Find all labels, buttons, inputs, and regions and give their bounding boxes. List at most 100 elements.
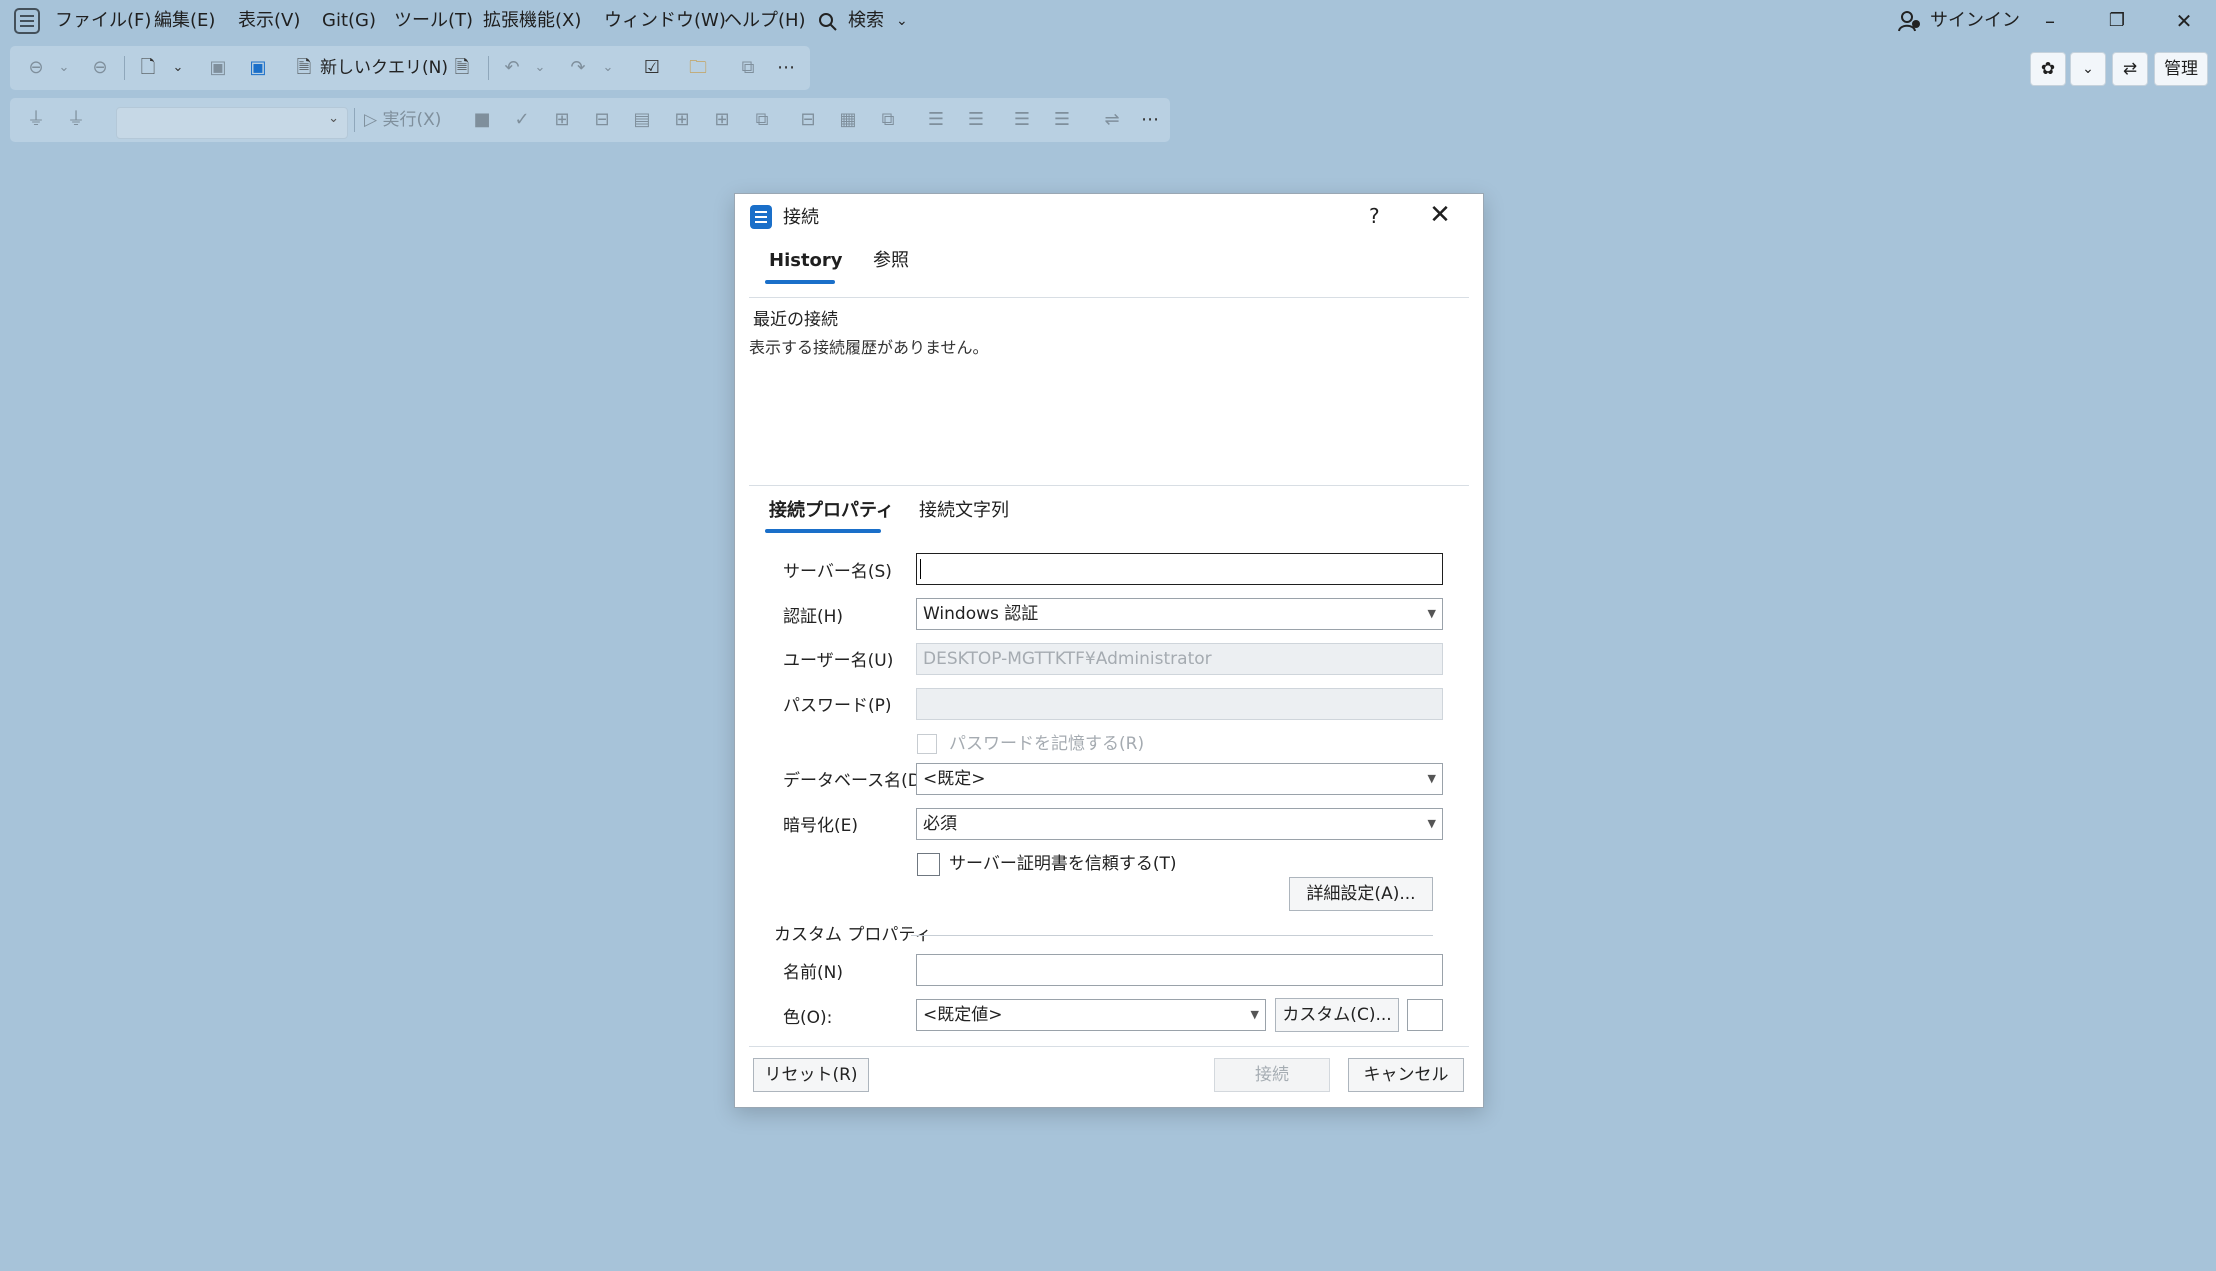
dropdown-arrow-icon: ▼ bbox=[1427, 772, 1436, 785]
custom-color-button[interactable]: カスタム(C)... bbox=[1275, 998, 1399, 1032]
indent-icon[interactable]: ☰ bbox=[924, 108, 948, 132]
close-window-icon[interactable]: ✕ bbox=[2162, 6, 2206, 36]
menu-git[interactable]: Git(G) bbox=[322, 8, 376, 34]
server-name-input[interactable] bbox=[916, 553, 1443, 585]
encrypt-select[interactable]: 必須 ▼ bbox=[916, 808, 1443, 840]
divider bbox=[749, 1046, 1469, 1047]
change-connection-icon[interactable]: ⏚ bbox=[64, 108, 88, 132]
connect-icon[interactable]: ⏚ bbox=[24, 108, 48, 132]
standard-toolbar: ⊖ ⌄ ⊖ 🗋 ⌄ ▣ ▣ 🗎 新しいクエリ(N) 🗎 ↶ ⌄ ↷ ⌄ ☑ 🗀 … bbox=[10, 46, 810, 90]
undo-icon[interactable]: ↶ bbox=[500, 56, 524, 80]
save-icon[interactable]: ▣ bbox=[206, 56, 230, 80]
search-icon bbox=[819, 13, 837, 31]
color-label: 色(O): bbox=[783, 1008, 833, 1028]
tab-browse[interactable]: 参照 bbox=[873, 248, 909, 274]
save-all-icon[interactable]: ▣ bbox=[246, 56, 270, 80]
object-explorer-search-icon[interactable]: 🗀 bbox=[686, 56, 710, 80]
new-file-icon[interactable]: 🗋 bbox=[136, 56, 160, 80]
reset-button[interactable]: リセット(R) bbox=[753, 1058, 869, 1092]
tool-icon-9[interactable]: ⧉ bbox=[876, 108, 900, 132]
back-icon[interactable]: ⊖ bbox=[24, 56, 48, 80]
divider bbox=[749, 485, 1469, 486]
dialog-title: 接続 bbox=[783, 207, 819, 228]
auth-label: 認証(H) bbox=[783, 607, 844, 627]
dropdown-arrow-icon: ▼ bbox=[1427, 817, 1436, 830]
auth-select[interactable]: Windows 認証 ▼ bbox=[916, 598, 1443, 630]
menu-view[interactable]: 表示(V) bbox=[238, 8, 300, 34]
username-input[interactable]: DESKTOP-MGTTKTF¥Administrator bbox=[916, 643, 1443, 675]
password-label: パスワード(P) bbox=[783, 696, 892, 716]
tool-icon-5[interactable]: ⊞ bbox=[710, 108, 734, 132]
title-bar: ファイル(F) 編集(E) 表示(V) Git(G) ツール(T) 拡張機能(X… bbox=[0, 0, 2216, 42]
cancel-button[interactable]: キャンセル bbox=[1348, 1058, 1464, 1092]
menu-window[interactable]: ウィンドウ(W) bbox=[604, 8, 726, 34]
comment-icon[interactable]: ☰ bbox=[1010, 108, 1034, 132]
forward-icon[interactable]: ⊖ bbox=[88, 56, 112, 80]
remember-password-checkbox[interactable] bbox=[917, 734, 937, 754]
close-icon[interactable]: ✕ bbox=[1425, 200, 1455, 230]
encrypt-label: 暗号化(E) bbox=[783, 816, 859, 836]
help-button[interactable]: ? bbox=[1369, 204, 1380, 228]
tab-connection-properties[interactable]: 接続プロパティ bbox=[769, 498, 894, 524]
menu-tools[interactable]: ツール(T) bbox=[394, 8, 473, 34]
trust-certificate-label: サーバー証明書を信頼する(T) bbox=[949, 854, 1177, 874]
tool-icon-7[interactable]: ⊟ bbox=[796, 108, 820, 132]
new-query-icon[interactable]: 🗎 bbox=[292, 56, 316, 80]
database-value: <既定> bbox=[923, 769, 986, 789]
chevron-down-icon[interactable]: ⌄ bbox=[528, 56, 552, 80]
advanced-settings-button[interactable]: 詳細設定(A)... bbox=[1289, 877, 1433, 911]
database-select[interactable]: <既定> ▼ bbox=[916, 763, 1443, 795]
new-query-button[interactable]: 新しいクエリ(N) bbox=[320, 56, 448, 80]
query-file-icon[interactable]: 🗎 bbox=[450, 56, 474, 80]
app-logo-icon bbox=[14, 8, 40, 34]
signin-label: サインイン bbox=[1930, 10, 2020, 31]
color-select[interactable]: <既定値> ▼ bbox=[916, 999, 1266, 1031]
uncomment-icon[interactable]: ☰ bbox=[1050, 108, 1074, 132]
auth-value: Windows 認証 bbox=[923, 604, 1039, 624]
menu-edit[interactable]: 編集(E) bbox=[154, 8, 215, 34]
redo-icon[interactable]: ↷ bbox=[566, 56, 590, 80]
text-caret bbox=[920, 559, 921, 579]
tool-icon-1[interactable]: ⊞ bbox=[550, 108, 574, 132]
chevron-down-icon: ⌄ bbox=[896, 13, 908, 29]
password-input[interactable] bbox=[916, 688, 1443, 720]
activity-monitor-icon[interactable]: ☑ bbox=[640, 56, 664, 80]
minimize-icon[interactable]: – bbox=[2028, 6, 2072, 36]
parse-icon[interactable]: ✓ bbox=[510, 108, 534, 132]
database-label: データベース名(D) bbox=[783, 771, 928, 791]
copilot-icon[interactable]: ✿ bbox=[2030, 52, 2066, 86]
execute-button[interactable]: ▷ 実行(X) bbox=[364, 108, 441, 132]
menu-file[interactable]: ファイル(F) bbox=[55, 8, 151, 34]
admin-button[interactable]: 管理 bbox=[2154, 52, 2208, 86]
more-icon[interactable]: ⋯ bbox=[1138, 108, 1162, 132]
database-selector[interactable]: ⌄ bbox=[116, 107, 348, 139]
menu-extensions[interactable]: 拡張機能(X) bbox=[483, 8, 581, 34]
outdent-icon[interactable]: ☰ bbox=[964, 108, 988, 132]
restore-icon[interactable]: ❐ bbox=[2095, 6, 2139, 36]
divider bbox=[911, 935, 1433, 936]
recent-empty-message: 表示する接続履歴がありません。 bbox=[749, 338, 989, 357]
execute-label: 実行(X) bbox=[382, 110, 442, 130]
tool-icon-8[interactable]: ▦ bbox=[836, 108, 860, 132]
connect-button[interactable]: 接続 bbox=[1214, 1058, 1330, 1092]
chevron-down-icon[interactable]: ⌄ bbox=[596, 56, 620, 80]
stop-icon[interactable]: ■ bbox=[470, 108, 494, 132]
tool-icon-6[interactable]: ⧉ bbox=[750, 108, 774, 132]
tab-history[interactable]: History bbox=[769, 248, 843, 274]
encrypt-value: 必須 bbox=[923, 814, 957, 834]
chevron-down-icon[interactable]: ⌄ bbox=[52, 56, 76, 80]
tab-connection-string[interactable]: 接続文字列 bbox=[919, 498, 1009, 524]
menu-help[interactable]: ヘルプ(H) bbox=[724, 8, 806, 34]
specify-values-icon[interactable]: ⇌ bbox=[1100, 108, 1124, 132]
tool-icon-3[interactable]: ▤ bbox=[630, 108, 654, 132]
chevron-down-icon[interactable]: ⌄ bbox=[2070, 52, 2106, 86]
trust-certificate-checkbox[interactable] bbox=[917, 853, 940, 876]
tool-icon-4[interactable]: ⊞ bbox=[670, 108, 694, 132]
connection-name-input[interactable] bbox=[916, 954, 1443, 986]
more-icon[interactable]: ⋯ bbox=[774, 56, 798, 80]
divider bbox=[749, 297, 1469, 298]
tool-icon-2[interactable]: ⊟ bbox=[590, 108, 614, 132]
report-icon[interactable]: ⧉ bbox=[736, 56, 760, 80]
live-share-icon[interactable]: ⇄ bbox=[2112, 52, 2148, 86]
chevron-down-icon[interactable]: ⌄ bbox=[166, 56, 190, 80]
